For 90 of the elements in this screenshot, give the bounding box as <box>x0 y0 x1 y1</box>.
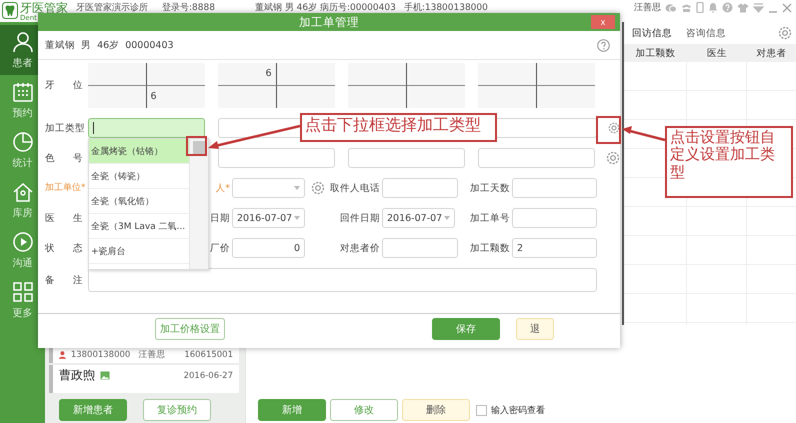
checkbox-label: 输入密码查看 <box>491 404 545 416</box>
patient-info: 董斌钢 男 46岁 00000403 <box>45 38 174 52</box>
caret-down-icon[interactable] <box>753 2 764 12</box>
patient-phone: 手机:13800138000 <box>404 2 488 14</box>
field-label: 加工类型 <box>45 122 83 134</box>
close-icon[interactable] <box>782 2 792 12</box>
column-header: 加工颗数 <box>634 46 676 60</box>
tooth-logo-icon <box>2 2 18 19</box>
column-header: 医生 <box>706 46 728 60</box>
phone-icon[interactable] <box>681 2 692 12</box>
highlight-frame <box>596 116 621 144</box>
input-field[interactable] <box>512 178 597 198</box>
panel-tab[interactable]: 咨询信息 <box>686 26 726 40</box>
field-label: 对患者价 <box>339 242 381 254</box>
grid-icon <box>12 280 34 302</box>
date-picker[interactable]: 2016-07-07 <box>382 208 455 228</box>
doctor-name: 汪善思 <box>138 349 166 361</box>
input-field[interactable]: 0 <box>232 238 305 258</box>
tooth-number: 6 <box>150 91 157 102</box>
tooth-position-grid[interactable]: 6 <box>88 63 205 108</box>
device-icon[interactable] <box>696 2 704 13</box>
help-icon[interactable] <box>722 2 733 13</box>
input-field[interactable] <box>88 118 205 138</box>
field-label: 厂价 <box>209 242 231 254</box>
field-label: 加工颗数 <box>469 242 511 254</box>
record-number: 160615001 <box>184 350 233 360</box>
input-field[interactable] <box>478 148 595 168</box>
app-logo-text: 牙医管家 <box>20 2 68 14</box>
field-label: 状 态 <box>45 242 83 254</box>
dialog-title: 加工单管理 <box>299 14 359 30</box>
patient-name: 曹政煦 <box>59 367 95 384</box>
arrow <box>622 126 666 142</box>
input-field[interactable] <box>218 148 335 168</box>
settings-icon[interactable] <box>311 181 325 195</box>
help-icon[interactable] <box>597 38 610 52</box>
input-field[interactable] <box>382 238 458 258</box>
pie-icon <box>12 130 34 152</box>
login-id: 登录号:8888 <box>162 2 215 14</box>
caret-down-icon <box>444 216 450 220</box>
checkbox[interactable] <box>476 404 487 416</box>
select-field[interactable] <box>232 178 305 198</box>
patient-phone: 13800138000 <box>70 350 130 360</box>
field-label: 色 号 <box>45 152 83 164</box>
action-button[interactable]: 删除 <box>402 399 470 421</box>
settings-icon[interactable] <box>606 151 620 165</box>
dropdown-option[interactable]: 金属烤瓷（钴铬） <box>89 139 189 164</box>
field-label: 回件日期 <box>339 212 381 224</box>
tooth-position-grid[interactable] <box>348 63 465 108</box>
user-name: 汪善思 <box>634 1 661 14</box>
tooth-number: 6 <box>265 68 272 80</box>
clinic-name: 牙医管家演示诊所 <box>76 2 148 14</box>
field-label: 加工天数 <box>469 182 511 194</box>
field-label: 加工单位* <box>45 182 86 194</box>
field-label: 人* <box>214 182 231 194</box>
panel-tab[interactable]: 回访信息 <box>632 26 672 40</box>
calendar-icon <box>12 80 34 102</box>
patient-summary: 董斌钢 男 46岁 病历号:00000403 <box>254 2 396 14</box>
field-label: 取件人电话 <box>330 182 381 194</box>
notes-field[interactable] <box>88 268 597 292</box>
bell-icon[interactable] <box>708 2 718 13</box>
field-label: 牙 位 <box>45 79 83 92</box>
input-field[interactable] <box>382 178 458 198</box>
input-field[interactable]: 2 <box>512 238 597 258</box>
dropdown-menu[interactable]: 金属烤瓷（钴铬） 全瓷（铸瓷） 全瓷（氧化锆） 全瓷（3M Lava 二氧... +瓷肩台 <box>88 138 209 270</box>
tooth-position-grid[interactable] <box>478 63 595 108</box>
field-label: 加工单号 <box>469 212 511 224</box>
visit-date: 2016-06-27 <box>184 370 233 380</box>
field-label: 日期 <box>209 212 231 224</box>
input-field[interactable] <box>512 208 597 228</box>
shirt-icon[interactable] <box>737 2 749 12</box>
play-icon <box>12 230 34 252</box>
house-icon <box>12 180 34 202</box>
field-label: 医 生 <box>45 212 83 224</box>
person-icon <box>12 30 34 52</box>
callout-tooltip: 点击设置按钮自定义设置加工类型 <box>665 126 793 198</box>
input-field[interactable] <box>348 148 465 168</box>
callout-tooltip: 点击下拉框选择加工类型 <box>300 113 497 142</box>
caret-down-icon <box>294 186 300 190</box>
person-icon <box>59 351 66 359</box>
settings-icon[interactable] <box>608 121 620 135</box>
settings-icon[interactable] <box>778 26 792 40</box>
tooth-position-grid[interactable]: 6 <box>218 63 335 108</box>
field-label: 备 注 <box>45 274 83 286</box>
column-header: 对患者 <box>756 46 788 60</box>
highlight-frame <box>186 136 207 156</box>
photo-icon <box>100 371 110 380</box>
caret-down-icon <box>294 216 300 220</box>
action-button[interactable]: 退 <box>516 318 554 340</box>
chat-icon[interactable] <box>665 2 677 12</box>
date-picker[interactable]: 2016-07-07 <box>232 208 305 228</box>
